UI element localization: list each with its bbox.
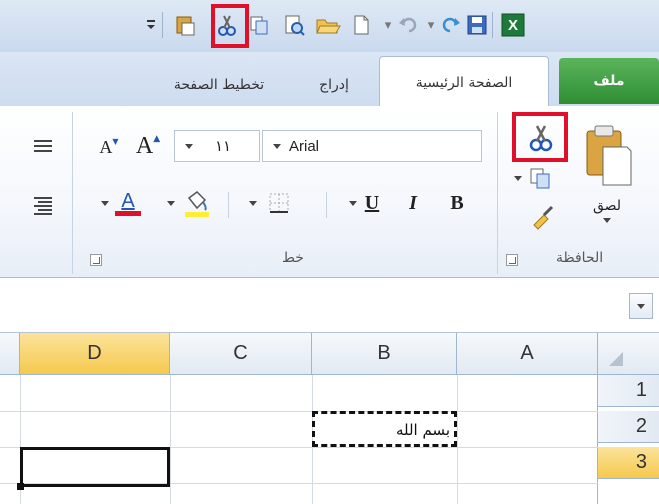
shrink-font-label: A bbox=[99, 136, 113, 157]
italic-label: I bbox=[409, 191, 417, 214]
underline-dropdown-icon bbox=[348, 200, 357, 206]
font-color-button[interactable]: A bbox=[90, 184, 152, 222]
font-size-dropdown-icon bbox=[185, 143, 193, 149]
paste-label-button[interactable]: لصق bbox=[576, 190, 638, 230]
column-header-c[interactable]: C bbox=[170, 333, 312, 375]
paste-button[interactable] bbox=[576, 114, 638, 196]
column-header-d[interactable]: D bbox=[20, 333, 170, 375]
font-color-dropdown-icon bbox=[101, 200, 109, 206]
new-document-icon[interactable] bbox=[348, 12, 374, 38]
row-header-1[interactable]: 1 bbox=[598, 375, 659, 407]
expand-formula-bar-icon[interactable] bbox=[629, 293, 653, 319]
quick-access-toolbar: ▾ ▾ X bbox=[0, 0, 659, 52]
copy-button[interactable] bbox=[505, 162, 561, 194]
font-dialog-launcher-icon[interactable] bbox=[90, 254, 102, 266]
ribbon-cut-highlight bbox=[512, 112, 568, 162]
ribbon-tabs: ملف الصفحة الرئيسية إدراج تخطيط الصفحة bbox=[0, 52, 659, 108]
format-painter-button[interactable] bbox=[521, 200, 561, 236]
bold-label: B bbox=[450, 191, 464, 214]
borders-icon bbox=[269, 193, 289, 213]
qat-copy-icon[interactable] bbox=[246, 12, 272, 38]
italic-button[interactable]: I bbox=[396, 186, 430, 220]
font-group-label: خط bbox=[282, 250, 304, 266]
tab-insert[interactable]: إدراج bbox=[299, 62, 369, 107]
shrink-font-arrow-icon: ▼ bbox=[112, 136, 119, 146]
underline-label: U bbox=[364, 191, 380, 214]
column-header-b[interactable]: B bbox=[312, 333, 457, 375]
fill-bucket-icon bbox=[185, 191, 209, 217]
row-header-3[interactable]: 3 bbox=[598, 447, 659, 479]
tab-file[interactable]: ملف bbox=[559, 58, 659, 104]
svg-text:X: X bbox=[508, 17, 518, 34]
font-name-value: Arial bbox=[289, 137, 320, 155]
shrink-font-button[interactable]: A ▼ bbox=[92, 132, 126, 162]
copy-marquee bbox=[312, 411, 457, 447]
save-icon[interactable] bbox=[464, 12, 490, 38]
fill-color-dropdown-icon bbox=[167, 200, 175, 206]
qat-cut-highlight bbox=[211, 4, 249, 48]
paste-dropdown-icon bbox=[603, 217, 611, 223]
underline-button[interactable]: U bbox=[340, 186, 388, 220]
grow-font-arrow-icon: ▲ bbox=[153, 134, 161, 144]
align-right-icon[interactable] bbox=[28, 192, 58, 220]
paste-label: لصق bbox=[592, 197, 622, 214]
active-cell-d3[interactable] bbox=[17, 447, 170, 490]
paste-special-icon[interactable] bbox=[172, 12, 198, 38]
select-all-corner[interactable] bbox=[598, 333, 659, 375]
column-header-partial[interactable] bbox=[0, 333, 20, 375]
open-folder-icon[interactable] bbox=[315, 12, 341, 38]
grow-font-label: A bbox=[135, 132, 154, 159]
tab-home[interactable]: الصفحة الرئيسية bbox=[379, 56, 549, 108]
redo-icon[interactable] bbox=[438, 12, 464, 38]
clipboard-dialog-launcher-icon[interactable] bbox=[506, 254, 518, 266]
column-header-a[interactable]: A bbox=[457, 333, 598, 375]
copy-dropdown-icon bbox=[514, 175, 522, 181]
font-color-label: A bbox=[121, 190, 135, 212]
font-size-dropdown[interactable]: ١١ bbox=[174, 130, 260, 162]
tab-page-layout[interactable]: تخطيط الصفحة bbox=[144, 62, 294, 107]
font-name-dropdown[interactable]: Arial bbox=[262, 130, 482, 162]
print-preview-icon[interactable] bbox=[281, 12, 307, 38]
align-top-icon[interactable] bbox=[28, 134, 58, 158]
grow-font-button[interactable]: A ▲ bbox=[130, 130, 166, 162]
borders-dropdown-icon bbox=[249, 200, 257, 206]
font-color-bar bbox=[115, 211, 141, 216]
font-size-value: ١١ bbox=[215, 138, 232, 155]
row-header-2[interactable]: 2 bbox=[598, 411, 659, 443]
font-name-dropdown-icon bbox=[273, 143, 281, 149]
fill-color-button[interactable] bbox=[158, 184, 220, 222]
excel-logo-icon: X bbox=[500, 12, 526, 38]
borders-button[interactable] bbox=[236, 186, 304, 220]
customize-qat-icon[interactable] bbox=[138, 12, 164, 38]
formula-bar[interactable] bbox=[0, 279, 659, 333]
clipboard-group-label: الحافظة bbox=[556, 250, 604, 266]
bold-button[interactable]: B bbox=[440, 186, 474, 220]
